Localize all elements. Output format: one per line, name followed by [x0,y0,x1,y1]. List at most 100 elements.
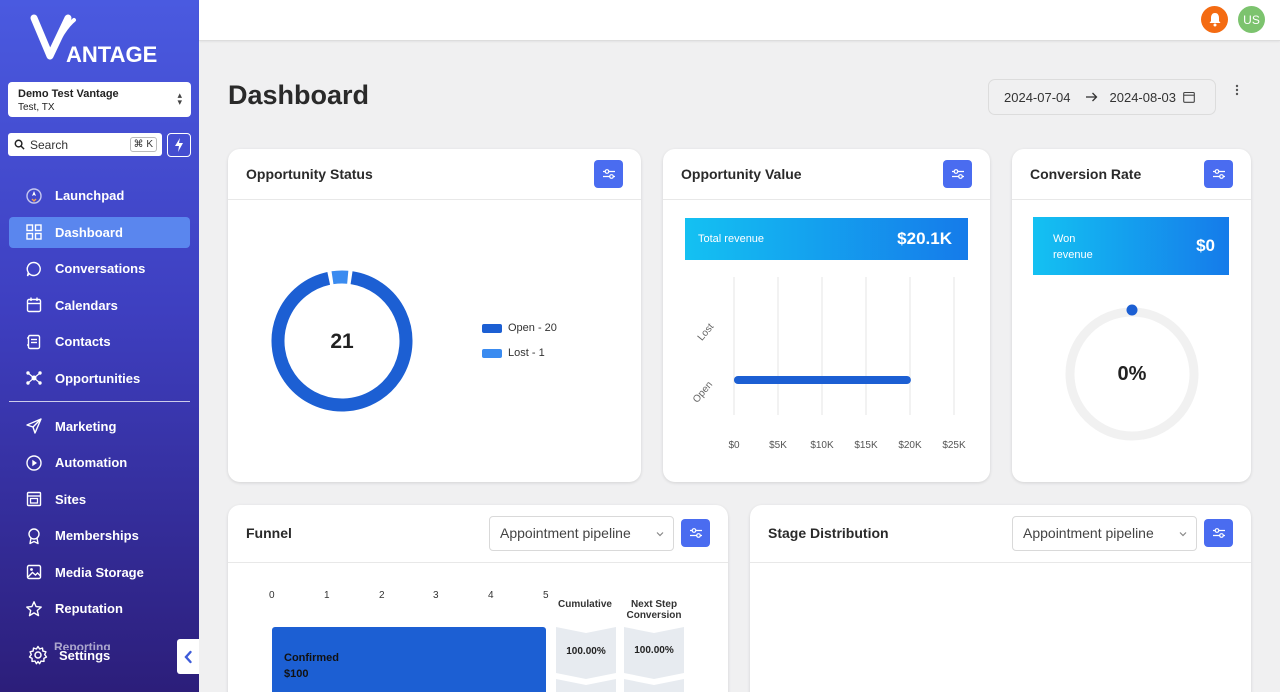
sidebar-item-reputation[interactable]: Reputation [9,593,190,624]
topbar [199,0,1280,41]
arrow-right-icon [1085,92,1097,102]
sidebar-item-launchpad[interactable]: Launchpad [9,180,190,211]
location-switcher[interactable]: Demo Test Vantage Test, TX ▴ ▾ [8,82,191,117]
sidebar-item-marketing[interactable]: Marketing [9,411,190,442]
avatar[interactable]: US [1238,6,1265,33]
date-end: 2024-08-03 [1109,89,1177,105]
filter-button[interactable] [594,160,623,188]
sidebar-item-calendars[interactable]: Calendars [9,290,190,321]
funnel-tick: 2 [379,590,385,601]
pipeline-select[interactable]: Appointment pipeline [1012,516,1197,551]
sidebar-item-label: Marketing [55,418,117,434]
conversion-rate-card: Conversion Rate Won revenue $0 0% [1012,149,1251,482]
sidebar-item-label: Media Storage [55,564,144,580]
conversion-rate-gauge: 0% [1065,304,1199,441]
date-range-picker[interactable]: 2024-07-04 2024-08-03 [988,79,1216,115]
sidebar-item-conversations[interactable]: Conversations [9,253,190,284]
search-input[interactable]: Search ⌘ K [8,133,162,156]
sidebar-item-media-storage[interactable]: Media Storage [9,557,190,588]
filter-button[interactable] [943,160,972,188]
sidebar-item-label: Contacts [55,334,111,349]
opportunity-value-card: Opportunity Value Total revenue $20.1K L… [663,149,990,482]
total-revenue-label: Total revenue [698,233,765,245]
page-title: Dashboard [228,80,370,110]
x-tick: $5K [769,440,787,451]
sidebar-item-settings[interactable]: Settings [28,645,110,665]
donut-segment-1[interactable] [331,270,349,285]
card-title: Stage Distribution [768,525,889,541]
sidebar-item-label: Conversations [55,261,146,276]
image-icon [26,564,42,580]
rocket-icon [26,187,42,204]
sidebar-item-contacts[interactable]: Contacts [9,326,190,357]
funnel-tick: 0 [269,590,275,601]
notifications-button[interactable] [1201,6,1228,33]
stage-distribution-card: Stage Distribution Appointment pipeline [750,505,1251,692]
next-step-header: Next Step Conversion [626,599,682,621]
funnel-bar-confirmed[interactable]: Confirmed $100 [272,627,546,692]
opportunity-status-card: Opportunity Status 21 Open - 20 Lost - 1 [228,149,641,482]
card-divider [750,562,1251,563]
search-label: Search [30,137,69,152]
x-tick: $0 [728,440,740,451]
legend-item: Open - 20 [482,322,557,334]
search-icon [14,139,25,150]
category-label-open: Open [691,379,715,405]
settings-label: Settings [59,647,111,663]
funnel-tick: 5 [543,590,549,601]
sliders-icon [1212,528,1225,538]
sliders-icon [1212,169,1225,179]
total-revenue-banner: Total revenue $20.1K [685,218,968,260]
card-title: Opportunity Value [681,166,802,182]
logo-text: ANTAGE [66,42,157,67]
chevron-left-icon [184,650,192,663]
filter-button[interactable] [1204,160,1233,188]
card-title: Funnel [246,525,292,541]
quick-actions-button[interactable] [167,133,191,157]
sidebar-item-sites[interactable]: Sites [9,484,190,515]
sidebar-item-memberships[interactable]: Memberships [9,520,190,551]
sidebar-item-opportunities[interactable]: Opportunities [9,363,190,394]
bell-icon [1209,13,1220,27]
location-address: Test, TX [18,102,55,113]
date-start: 2024-07-04 [1004,89,1071,105]
legend-swatch [482,348,502,358]
vantage-logo[interactable]: ANTAGE [28,10,173,70]
category-label-lost: Lost [696,321,717,343]
funnel-stage-value: $100 [284,668,309,680]
x-tick: $20K [898,440,922,451]
sidebar-item-label: Reputation [55,601,123,616]
opportunities-icon [26,371,42,385]
sidebar-item-automation[interactable]: Automation [9,447,190,478]
next-step-value: 100.00% [634,645,674,656]
gauge-knob [1126,304,1138,316]
sidebar-item-label: Opportunities [55,370,141,386]
funnel-card: Funnel Appointment pipeline 0 1 2 3 4 5 … [228,505,728,692]
nav-divider [9,400,190,402]
funnel-stage-name: Confirmed [284,652,339,664]
legend-label: Open - 20 [508,322,557,334]
more-options-icon[interactable] [1232,83,1242,99]
gear-icon [28,645,48,665]
sliders-icon [951,169,964,179]
award-icon [28,527,40,544]
sidebar-item-label: Calendars [55,297,118,313]
chevron-down-icon [656,532,664,537]
sidebar-item-dashboard[interactable]: Dashboard [9,216,190,248]
chevron-updown-icon: ▴ ▾ [177,90,182,107]
x-tick: $10K [810,440,834,451]
legend-item: Lost - 1 [482,347,545,359]
filter-button[interactable] [681,519,710,547]
pipeline-select[interactable]: Appointment pipeline [489,516,674,551]
next-step-chevron [624,627,684,692]
card-divider [228,199,641,200]
filter-button[interactable] [1204,519,1233,547]
calendar-icon [26,297,42,313]
contacts-icon [27,334,41,349]
legend-label: Lost - 1 [508,347,545,359]
sidebar-item-label: Launchpad [55,188,125,203]
donut-total: 21 [330,330,354,353]
card-title: Conversion Rate [1030,166,1142,182]
bolt-icon [175,138,183,152]
collapse-sidebar-button[interactable] [177,639,199,674]
